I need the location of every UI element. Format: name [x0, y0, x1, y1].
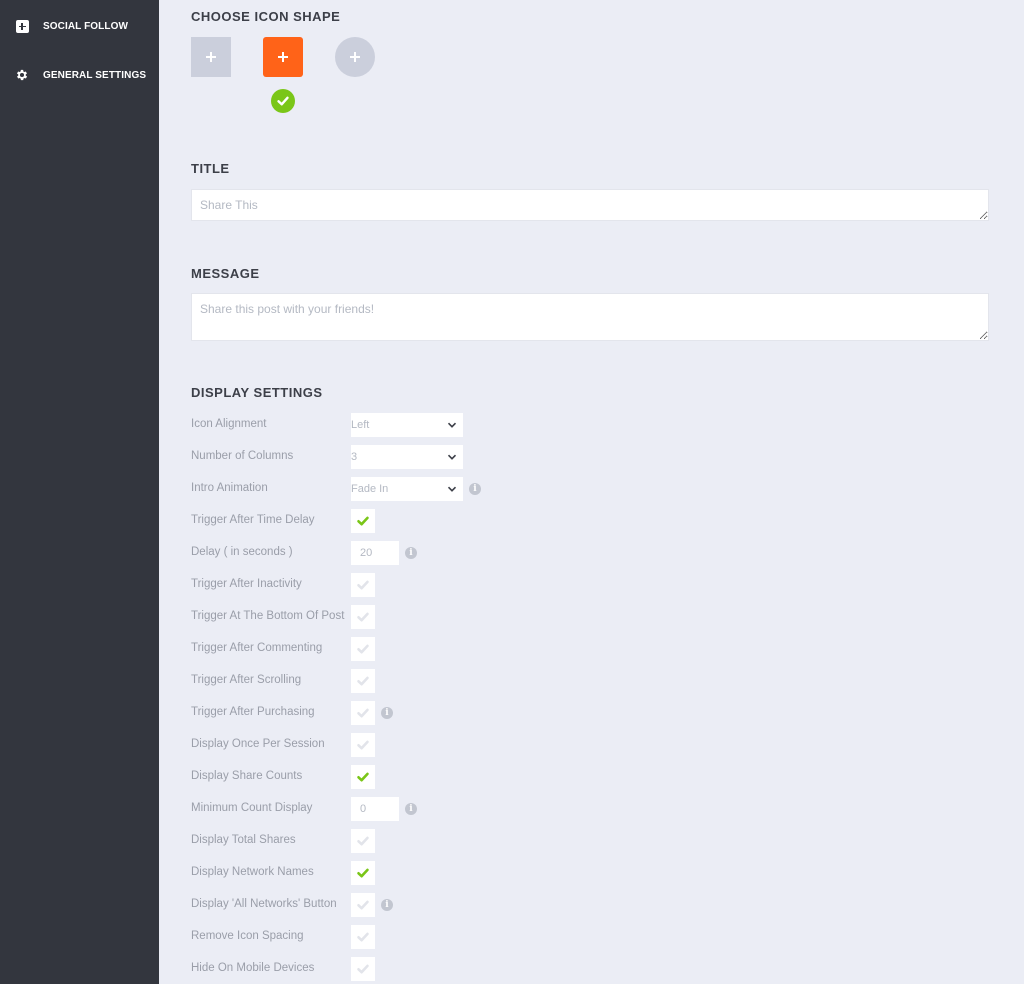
checkbox-row: Display Total Shares — [191, 829, 491, 853]
message-heading: MESSAGE — [191, 266, 260, 281]
checkbox-row: Remove Icon Spacing — [191, 925, 491, 949]
title-heading: TITLE — [191, 161, 230, 176]
checkbox-label: Display 'All Networks' Button — [191, 898, 337, 910]
plus-square-icon — [15, 19, 29, 33]
check-icon — [357, 516, 369, 526]
number-of-columns-row: Number of Columns 3 — [191, 445, 491, 469]
checkbox-row: Trigger After Commenting — [191, 637, 491, 661]
display-network-names-checkbox[interactable] — [351, 861, 375, 885]
check-icon — [357, 708, 369, 718]
check-icon — [357, 932, 369, 942]
checkbox-label: Trigger After Commenting — [191, 642, 323, 654]
number-of-columns-label: Number of Columns — [191, 450, 294, 462]
sidebar-item-social-follow[interactable]: SOCIAL FOLLOW — [0, 11, 159, 41]
icon-alignment-label: Icon Alignment — [191, 418, 267, 430]
shape-square-option[interactable] — [191, 37, 231, 77]
trigger-time-delay-checkbox[interactable] — [351, 509, 375, 533]
checkbox-row: Display Share Counts — [191, 765, 491, 789]
check-icon — [357, 964, 369, 974]
minimum-count-label: Minimum Count Display — [191, 802, 313, 814]
checkbox-row: Display 'All Networks' Button i — [191, 893, 491, 917]
checkbox-row: Trigger After Time Delay — [191, 509, 491, 533]
checkbox-label: Trigger After Scrolling — [191, 674, 302, 686]
trigger-bottom-of-post-checkbox[interactable] — [351, 605, 375, 629]
remove-icon-spacing-checkbox[interactable] — [351, 925, 375, 949]
check-icon — [357, 900, 369, 910]
check-icon — [357, 868, 369, 878]
check-icon — [357, 772, 369, 782]
checkbox-label: Trigger At The Bottom Of Post — [191, 610, 345, 622]
select-value: Left — [351, 419, 370, 431]
trigger-commenting-checkbox[interactable] — [351, 637, 375, 661]
info-icon[interactable]: i — [381, 899, 393, 911]
delay-input[interactable] — [351, 541, 399, 565]
checkbox-label: Trigger After Inactivity — [191, 578, 302, 590]
intro-animation-select[interactable]: Fade In — [351, 477, 463, 501]
info-icon[interactable]: i — [381, 707, 393, 719]
sidebar: SOCIAL FOLLOW GENERAL SETTINGS — [0, 0, 159, 984]
chevron-down-icon — [447, 486, 457, 492]
check-icon — [357, 836, 369, 846]
minimum-count-row: Minimum Count Display i — [191, 797, 491, 821]
checkbox-label: Display Total Shares — [191, 834, 296, 846]
message-input[interactable] — [191, 293, 989, 341]
minimum-count-input[interactable] — [351, 797, 399, 821]
intro-animation-row: Intro Animation Fade In i — [191, 477, 491, 501]
sidebar-item-general-settings[interactable]: GENERAL SETTINGS — [0, 60, 159, 90]
info-icon[interactable]: i — [469, 483, 481, 495]
check-icon — [357, 644, 369, 654]
display-total-shares-checkbox[interactable] — [351, 829, 375, 853]
select-value: 3 — [351, 451, 358, 463]
checkbox-row: Hide On Mobile Devices — [191, 957, 491, 981]
checkbox-label: Hide On Mobile Devices — [191, 962, 315, 974]
icon-alignment-row: Icon Alignment Left — [191, 413, 491, 437]
plus-icon — [206, 52, 216, 62]
checkbox-row: Display Once Per Session — [191, 733, 491, 757]
checkbox-label: Trigger After Time Delay — [191, 514, 315, 526]
checkbox-label: Display Once Per Session — [191, 738, 325, 750]
checkbox-row: Trigger At The Bottom Of Post — [191, 605, 491, 629]
selected-check-icon — [271, 89, 295, 113]
shape-circle-option[interactable] — [335, 37, 375, 77]
check-icon — [357, 612, 369, 622]
plus-icon — [278, 52, 288, 62]
checkbox-label: Remove Icon Spacing — [191, 930, 304, 942]
select-value: Fade In — [351, 483, 389, 495]
gear-icon — [15, 68, 29, 82]
trigger-scrolling-checkbox[interactable] — [351, 669, 375, 693]
icon-alignment-select[interactable]: Left — [351, 413, 463, 437]
delay-label: Delay ( in seconds ) — [191, 546, 293, 558]
display-settings-heading: DISPLAY SETTINGS — [191, 385, 323, 400]
sidebar-item-label: SOCIAL FOLLOW — [43, 20, 128, 32]
info-icon[interactable]: i — [405, 547, 417, 559]
plus-icon — [350, 52, 360, 62]
checkbox-label: Trigger After Purchasing — [191, 706, 315, 718]
checkbox-row: Trigger After Purchasing i — [191, 701, 491, 725]
checkbox-row: Display Network Names — [191, 861, 491, 885]
display-share-counts-checkbox[interactable] — [351, 765, 375, 789]
checkbox-label: Display Network Names — [191, 866, 314, 878]
check-icon — [357, 676, 369, 686]
checkbox-row: Trigger After Inactivity — [191, 573, 491, 597]
shape-rounded-option[interactable] — [263, 37, 303, 77]
checkbox-row: Trigger After Scrolling — [191, 669, 491, 693]
hide-on-mobile-checkbox[interactable] — [351, 957, 375, 981]
intro-animation-label: Intro Animation — [191, 482, 268, 494]
display-once-per-session-checkbox[interactable] — [351, 733, 375, 757]
info-icon[interactable]: i — [405, 803, 417, 815]
trigger-inactivity-checkbox[interactable] — [351, 573, 375, 597]
sidebar-item-label: GENERAL SETTINGS — [43, 69, 147, 81]
display-all-networks-button-checkbox[interactable] — [351, 893, 375, 917]
title-input[interactable] — [191, 189, 989, 221]
check-icon — [357, 740, 369, 750]
check-icon — [357, 580, 369, 590]
checkbox-label: Display Share Counts — [191, 770, 303, 782]
chevron-down-icon — [447, 454, 457, 460]
main-content: CHOOSE ICON SHAPE TITLE MESSAGE DISPLAY … — [159, 0, 1024, 984]
choose-icon-shape-heading: CHOOSE ICON SHAPE — [191, 9, 341, 24]
trigger-purchasing-checkbox[interactable] — [351, 701, 375, 725]
delay-row: Delay ( in seconds ) i — [191, 541, 491, 565]
chevron-down-icon — [447, 422, 457, 428]
number-of-columns-select[interactable]: 3 — [351, 445, 463, 469]
